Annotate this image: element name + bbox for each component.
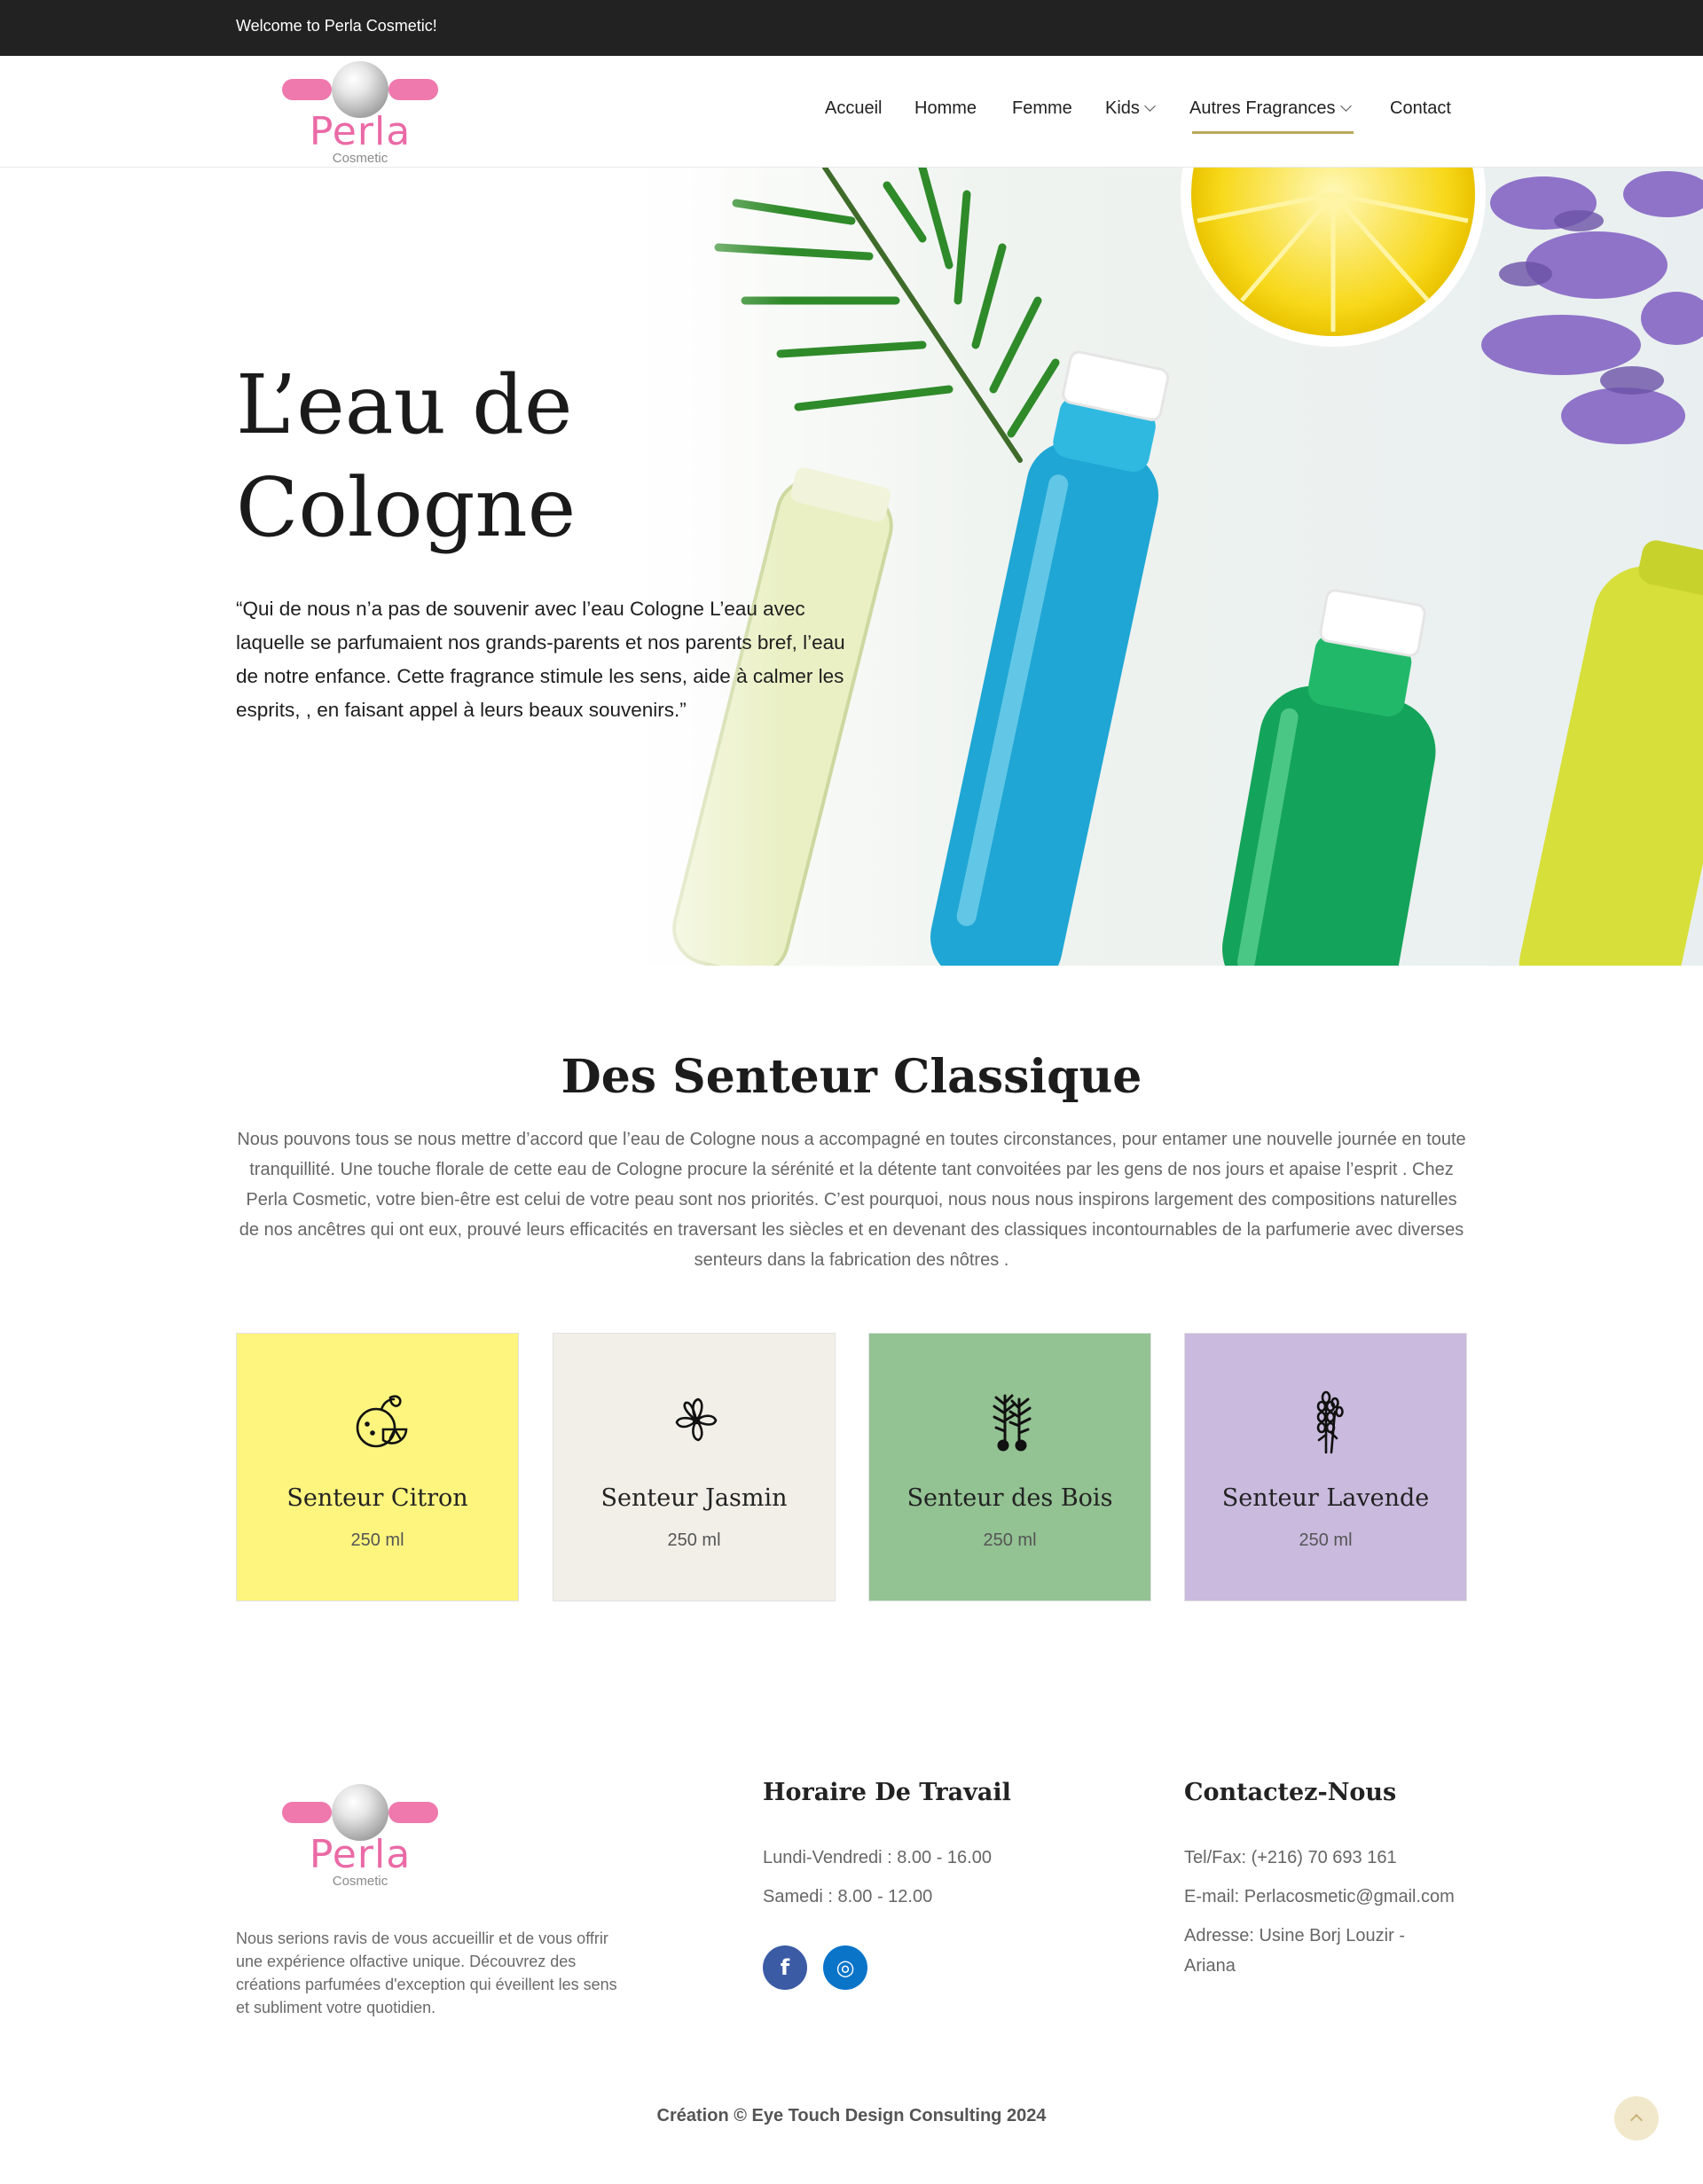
card-senteur-des-bois[interactable]: Senteur des Bois 250 ml	[868, 1333, 1151, 1601]
facebook-link[interactable]: f	[763, 1945, 807, 1990]
chevron-down-icon	[1144, 100, 1156, 112]
section-title: Des Senteur Classique	[561, 1050, 1142, 1104]
site-logo[interactable]: Perla Cosmetic	[280, 59, 440, 166]
card-title: Senteur Lavende	[1221, 1484, 1430, 1512]
hours-saturday: Samedi : 8.00 - 12.00	[763, 1887, 933, 1906]
nav-item-contact[interactable]: Contact	[1390, 98, 1451, 119]
hours-weekdays: Lundi-Vendredi : 8.00 - 16.00	[763, 1848, 992, 1867]
nav-item-autres-fragrances[interactable]: Autres Fragrances	[1189, 98, 1352, 119]
card-title: Senteur Jasmin	[600, 1484, 788, 1512]
hours-title: Horaire De Travail	[763, 1779, 1011, 1806]
logo-name: Perla	[309, 1832, 412, 1877]
copyright-text: Création © Eye Touch Design Consulting 2…	[656, 2106, 1047, 2125]
chevron-down-icon	[1339, 100, 1352, 112]
pine-branch-icon	[993, 1394, 1032, 1452]
card-senteur-lavende[interactable]: Senteur Lavende 250 ml	[1184, 1333, 1467, 1601]
contact-phone: Tel/Fax: (+216) 70 693 161	[1184, 1848, 1397, 1867]
facebook-icon: f	[780, 1955, 790, 1980]
contact-email[interactable]: E-mail: Perlacosmetic@gmail.com	[1184, 1887, 1455, 1907]
instagram-icon: ◎	[836, 1955, 855, 1980]
footer-about-text: Nous serions ravis de vous accueillir et…	[236, 1930, 617, 2016]
lemon-icon	[356, 1395, 408, 1448]
hero-quote: “Qui de nous n’a pas de souvenir avec l’…	[236, 598, 845, 721]
card-title: Senteur Citron	[286, 1484, 468, 1512]
card-senteur-jasmin[interactable]: Senteur Jasmin 250 ml	[553, 1333, 836, 1601]
welcome-text: Welcome to Perla Cosmetic!	[236, 17, 437, 35]
footer-logo[interactable]: Perla Cosmetic	[280, 1782, 440, 1889]
nav-item-homme[interactable]: Homme	[914, 98, 977, 119]
card-senteur-citron[interactable]: Senteur Citron 250 ml	[236, 1333, 519, 1601]
card-volume: 250 ml	[983, 1530, 1037, 1550]
card-volume: 250 ml	[667, 1530, 721, 1550]
section-description: Nous pouvons tous se nous mettre d’accor…	[237, 1130, 1466, 1270]
top-bar: Welcome to Perla Cosmetic!	[0, 0, 1703, 56]
jasmine-flower-icon	[675, 1397, 718, 1442]
hero-title: L’eau de Cologne	[236, 357, 577, 555]
logo-tagline: Cosmetic	[332, 1874, 388, 1889]
nav-active-indicator	[1192, 131, 1354, 134]
contact-title: Contactez-Nous	[1184, 1779, 1397, 1806]
scroll-to-top-button[interactable]	[1614, 2096, 1659, 2141]
lavender-icon	[1316, 1390, 1344, 1454]
nav-item-accueil[interactable]: Accueil	[825, 98, 882, 119]
hero-bottles-image	[0, 168, 1703, 966]
card-volume: 250 ml	[1299, 1530, 1353, 1550]
card-title: Senteur des Bois	[906, 1484, 1113, 1512]
site-header: Perla Cosmetic Accueil Homme Femme Kids …	[0, 56, 1703, 168]
card-volume: 250 ml	[350, 1530, 404, 1550]
instagram-link[interactable]: ◎	[823, 1945, 867, 1990]
nav-item-femme[interactable]: Femme	[1012, 98, 1072, 119]
contact-address-line2: Ariana	[1184, 1956, 1236, 1976]
chevron-up-icon	[1629, 2113, 1644, 2127]
hero-banner: L’eau de Cologne “Qui de nous n’a pas de …	[0, 168, 1703, 966]
logo-tagline: Cosmetic	[332, 151, 388, 166]
nav-item-kids[interactable]: Kids	[1105, 98, 1156, 119]
contact-address-line1: Adresse: Usine Borj Louzir -	[1184, 1926, 1405, 1945]
logo-name: Perla	[309, 109, 412, 154]
